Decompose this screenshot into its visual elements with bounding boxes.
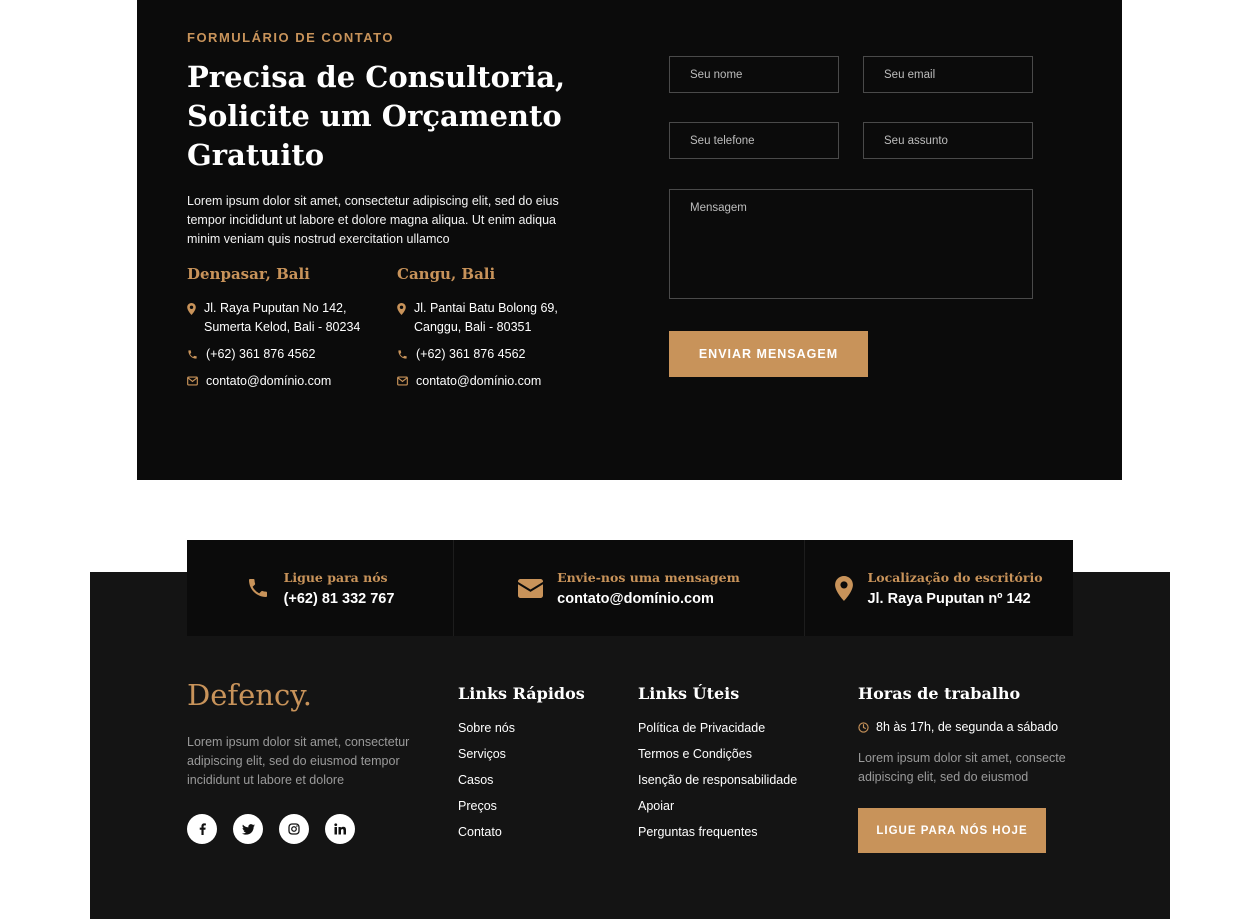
map-pin-icon — [397, 303, 406, 315]
link-disclaimer[interactable]: Isenção de responsabilidade — [638, 773, 797, 787]
send-message-button[interactable]: ENVIAR MENSAGEM — [669, 331, 868, 377]
clock-icon — [858, 721, 869, 733]
instagram-icon[interactable] — [279, 814, 309, 844]
envelope-icon — [518, 578, 544, 598]
office-denpasar: Denpasar, Bali Jl. Raya Puputan No 142, … — [187, 265, 382, 391]
subject-input[interactable]: Seu assunto — [863, 122, 1033, 159]
office-title: Cangu, Bali — [397, 265, 496, 283]
link-contact[interactable]: Contato — [458, 825, 585, 839]
phone-input[interactable]: Seu telefone — [669, 122, 839, 159]
link-about[interactable]: Sobre nós — [458, 721, 585, 735]
office-phone[interactable]: (+62) 361 876 4562 — [416, 345, 525, 364]
office-email[interactable]: contato@domínio.com — [206, 372, 331, 391]
office-location-item: Localização do escritório Jl. Raya Puput… — [804, 540, 1073, 636]
office-email-row: contato@domínio.com — [187, 372, 382, 391]
office-phone[interactable]: (+62) 361 876 4562 — [206, 345, 315, 364]
message-textarea[interactable]: Mensagem — [669, 189, 1033, 299]
footer-about: Lorem ipsum dolor sit amet, consectetur … — [187, 735, 410, 787]
useful-links-list: Política de Privacidade Termos e Condiçõ… — [638, 721, 797, 839]
link-cases[interactable]: Casos — [458, 773, 585, 787]
working-hours-row: 8h às 17h, de segunda a sábado — [858, 720, 1073, 734]
message-us-label: Envie-nos uma mensagem — [557, 569, 740, 585]
contact-info-bar: Ligue para nós (+62) 81 332 767 Envie-no… — [187, 540, 1073, 636]
office-address: Jl. Pantai Batu Bolong 69, Canggu, Bali … — [414, 301, 558, 334]
call-us-label: Ligue para nós — [283, 569, 388, 585]
link-privacy[interactable]: Política de Privacidade — [638, 721, 797, 735]
facebook-icon[interactable] — [187, 814, 217, 844]
office-location-value: Jl. Raya Puputan nº 142 — [867, 590, 1031, 607]
envelope-icon — [187, 376, 198, 386]
call-us-value[interactable]: (+62) 81 332 767 — [284, 591, 395, 607]
quick-links: Links Rápidos Sobre nós Serviços Casos P… — [458, 684, 585, 839]
quick-links-title: Links Rápidos — [458, 684, 585, 703]
linkedin-icon[interactable] — [325, 814, 355, 844]
message-us-item: Envie-nos uma mensagem contato@domínio.c… — [453, 540, 804, 636]
contact-section: FORMULÁRIO DE CONTATO Precisa de Consult… — [137, 0, 1122, 480]
office-location-label: Localização do escritório — [867, 569, 1043, 585]
office-phone-row: (+62) 361 876 4562 — [397, 345, 597, 364]
call-us-item: Ligue para nós (+62) 81 332 767 — [187, 540, 453, 636]
name-input[interactable]: Seu nome — [669, 56, 839, 93]
map-pin-icon — [835, 575, 854, 601]
map-pin-icon — [187, 303, 196, 315]
link-services[interactable]: Serviços — [458, 747, 585, 761]
call-us-today-button[interactable]: LIGUE PARA NÓS HOJE — [858, 808, 1046, 853]
working-hours-text: Lorem ipsum dolor sit amet, consecte adi… — [858, 751, 1066, 784]
contact-heading: Precisa de Consultoria, Solicite um Orça… — [187, 60, 566, 172]
message-us-value[interactable]: contato@domínio.com — [557, 591, 740, 607]
office-phone-row: (+62) 361 876 4562 — [187, 345, 382, 364]
office-address-row: Jl. Pantai Batu Bolong 69, Canggu, Bali … — [397, 299, 597, 337]
link-terms[interactable]: Termos e Condições — [638, 747, 797, 761]
working-hours-time: 8h às 17h, de segunda a sábado — [876, 720, 1059, 734]
link-support[interactable]: Apoiar — [638, 799, 797, 813]
brand-logo[interactable]: Defency. — [187, 678, 312, 712]
link-faq[interactable]: Perguntas frequentes — [638, 825, 797, 839]
contact-intro: Lorem ipsum dolor sit amet, consectetur … — [187, 194, 559, 246]
social-links — [187, 814, 355, 844]
office-email-row: contato@domínio.com — [397, 372, 597, 391]
office-title: Denpasar, Bali — [187, 265, 310, 283]
office-address: Jl. Raya Puputan No 142, Sumerta Kelod, … — [204, 301, 361, 334]
contact-eyebrow: FORMULÁRIO DE CONTATO — [187, 30, 394, 45]
working-hours: Horas de trabalho 8h às 17h, de segunda … — [858, 684, 1073, 787]
useful-links-title: Links Úteis — [638, 684, 740, 703]
phone-icon — [188, 350, 197, 359]
useful-links: Links Úteis Política de Privacidade Term… — [638, 684, 797, 839]
office-address-row: Jl. Raya Puputan No 142, Sumerta Kelod, … — [187, 299, 382, 337]
email-input[interactable]: Seu email — [863, 56, 1033, 93]
phone-icon — [398, 350, 407, 359]
twitter-icon[interactable] — [233, 814, 263, 844]
working-hours-title: Horas de trabalho — [858, 684, 1021, 703]
office-email[interactable]: contato@domínio.com — [416, 372, 541, 391]
envelope-icon — [397, 376, 408, 386]
phone-icon — [248, 579, 267, 597]
link-pricing[interactable]: Preços — [458, 799, 585, 813]
quick-links-list: Sobre nós Serviços Casos Preços Contato — [458, 721, 585, 839]
office-cangu: Cangu, Bali Jl. Pantai Batu Bolong 69, C… — [397, 265, 597, 391]
